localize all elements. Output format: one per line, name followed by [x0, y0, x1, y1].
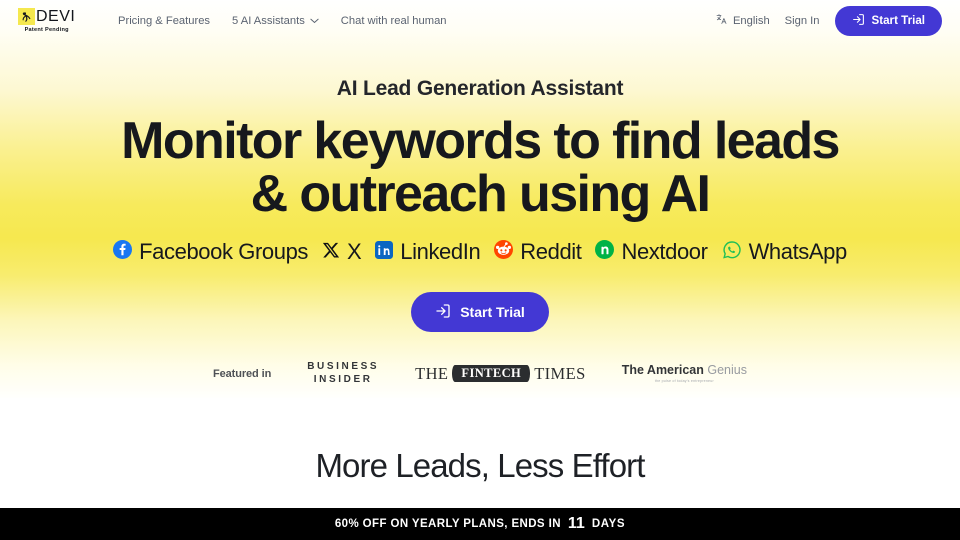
x-twitter-icon	[322, 241, 340, 264]
nav-link-ai-assistants[interactable]: 5 AI Assistants	[232, 15, 319, 27]
logo-american-genius-title: The American Genius	[622, 364, 747, 377]
login-arrow-icon	[852, 13, 865, 29]
platform-label: Nextdoor	[621, 239, 708, 265]
promo-banner[interactable]: 60% OFF ON YEARLY PLANS, ENDS IN 11 DAYS	[0, 508, 960, 540]
platform-linkedin: LinkedIn	[375, 239, 481, 265]
facebook-icon	[113, 240, 133, 264]
featured-in-label: Featured in	[213, 367, 272, 380]
more-leads-section: More Leads, Less Effort	[0, 398, 960, 508]
nav-right-group: English Sign In Start Trial	[716, 5, 942, 36]
nav-link-pricing-features[interactable]: Pricing & Features	[118, 15, 210, 27]
promo-banner-days-label: DAYS	[591, 518, 626, 530]
nav-link-label: 5 AI Assistants	[232, 14, 305, 27]
whatsapp-icon	[722, 240, 742, 265]
nav-link-label: Chat with real human	[340, 14, 447, 27]
start-trial-button-hero[interactable]: Start Trial	[411, 292, 549, 333]
promo-banner-days-count: 11	[567, 515, 585, 532]
start-trial-label: Start Trial	[460, 304, 525, 321]
logo-business-insider: BUSINESS INSIDER	[307, 361, 379, 387]
chevron-down-icon	[310, 15, 319, 27]
brand-tagline: Patent Pending	[24, 27, 69, 33]
platform-label: Reddit	[520, 239, 582, 265]
brand-logo-link[interactable]: DEVI Patent Pending	[18, 8, 80, 33]
platform-whatsapp: WhatsApp	[722, 239, 847, 265]
section-heading: More Leads, Less Effort	[315, 447, 645, 484]
logo-american-genius: The American Genius the pulse of today's…	[622, 364, 747, 383]
logo-fintech-times: THE FINTECH TIMES	[415, 364, 586, 384]
logo-line-1: BUSINESS	[307, 361, 380, 373]
nav-link-label: Pricing & Features	[118, 14, 211, 27]
devi-figure-icon	[18, 8, 35, 25]
brand-logo-row: DEVI	[18, 8, 75, 25]
supported-platforms-list: Facebook Groups X LinkedIn Reddit Nextdo…	[113, 239, 847, 265]
linkedin-icon	[375, 240, 394, 264]
nextdoor-icon	[595, 240, 615, 264]
language-selector[interactable]: English	[716, 13, 770, 28]
promo-banner-text: 60% OFF ON YEARLY PLANS, ENDS IN	[334, 518, 561, 530]
hero-section: AI Lead Generation Assistant Monitor key…	[0, 41, 960, 387]
logo-line-2: INSIDER	[313, 373, 373, 385]
landing-page: DEVI Patent Pending Pricing & Features 5…	[0, 0, 960, 540]
platform-label: WhatsApp	[748, 239, 848, 265]
sign-in-link[interactable]: Sign In	[785, 15, 820, 27]
language-label: English	[732, 14, 770, 27]
platform-label: Facebook Groups	[139, 239, 309, 265]
login-arrow-icon	[435, 303, 451, 322]
platform-label: LinkedIn	[400, 239, 481, 265]
nav-link-chat-with-real-human[interactable]: Chat with real human	[341, 15, 447, 27]
logo-ag-subtitle: the pulse of today's entrepreneur	[654, 379, 714, 384]
platform-label: X	[347, 239, 362, 265]
logo-ag-light: Genius	[707, 363, 747, 378]
logo-fintech-pill: FINTECH	[452, 365, 531, 383]
top-navigation-bar: DEVI Patent Pending Pricing & Features 5…	[0, 0, 960, 41]
start-trial-label: Start Trial	[871, 14, 925, 27]
platform-nextdoor: Nextdoor	[595, 239, 708, 265]
logo-fintech-post: TIMES	[534, 363, 586, 383]
nav-links: Pricing & Features 5 AI Assistants Chat …	[118, 15, 447, 27]
page-title: Monitor keywords to find leads & outreac…	[121, 112, 840, 224]
start-trial-button-nav[interactable]: Start Trial	[834, 5, 942, 36]
brand-name: DEVI	[36, 7, 76, 25]
translate-icon	[716, 13, 728, 28]
platform-facebook-groups: Facebook Groups	[113, 239, 308, 265]
logo-fintech-pre: THE	[415, 363, 449, 383]
platform-x: X	[322, 239, 362, 265]
brand-logo: DEVI Patent Pending	[18, 8, 75, 33]
reddit-icon	[494, 240, 514, 264]
platform-reddit: Reddit	[494, 239, 582, 265]
hero-cta-wrapper: Start Trial	[411, 292, 549, 333]
featured-in-section: Featured in BUSINESS INSIDER THE FINTECH…	[213, 361, 747, 387]
logo-ag-strong: The American	[621, 363, 704, 378]
hero-eyebrow: AI Lead Generation Assistant	[336, 77, 624, 100]
